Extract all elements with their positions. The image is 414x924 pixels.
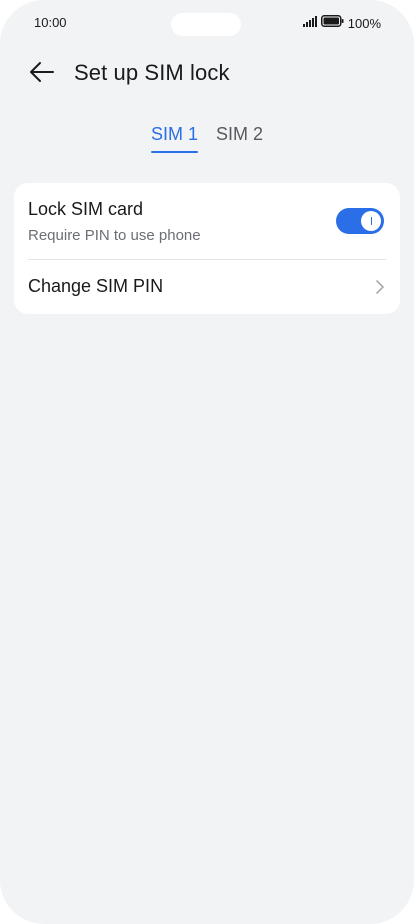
toggle-on-mark	[370, 217, 372, 225]
status-indicators: 100%	[302, 14, 381, 32]
status-bar: 10:00 100%	[0, 0, 414, 46]
camera-cutout	[171, 13, 241, 36]
signal-icon	[302, 14, 317, 32]
settings-card: Lock SIM card Require PIN to use phone C…	[14, 183, 400, 314]
battery-icon	[320, 14, 344, 32]
sim-tabs: SIM 1 SIM 2	[0, 124, 414, 153]
lock-sim-card-toggle[interactable]	[336, 208, 384, 234]
change-sim-pin-title: Change SIM PIN	[28, 276, 164, 296]
phone-screen: 10:00 100% Set up SIM lock SIM 1 SIM 2 L…	[0, 0, 414, 924]
tab-sim-2[interactable]: SIM 2	[216, 124, 263, 153]
header: Set up SIM lock	[0, 54, 414, 94]
back-button[interactable]	[26, 58, 58, 90]
battery-percentage: 100%	[347, 15, 381, 31]
lock-sim-card-title: Lock SIM card	[28, 199, 144, 219]
chevron-right-icon	[374, 279, 386, 295]
page-title: Set up SIM lock	[74, 60, 230, 85]
tab-sim-1[interactable]: SIM 1	[150, 124, 199, 153]
lock-sim-card-row[interactable]: Lock SIM card Require PIN to use phone	[14, 183, 400, 259]
status-time: 10:00	[34, 15, 67, 30]
lock-sim-card-subtitle: Require PIN to use phone	[28, 227, 201, 244]
change-sim-pin-row[interactable]: Change SIM PIN	[14, 260, 400, 314]
back-arrow-icon	[29, 61, 55, 88]
toggle-knob	[361, 211, 381, 231]
